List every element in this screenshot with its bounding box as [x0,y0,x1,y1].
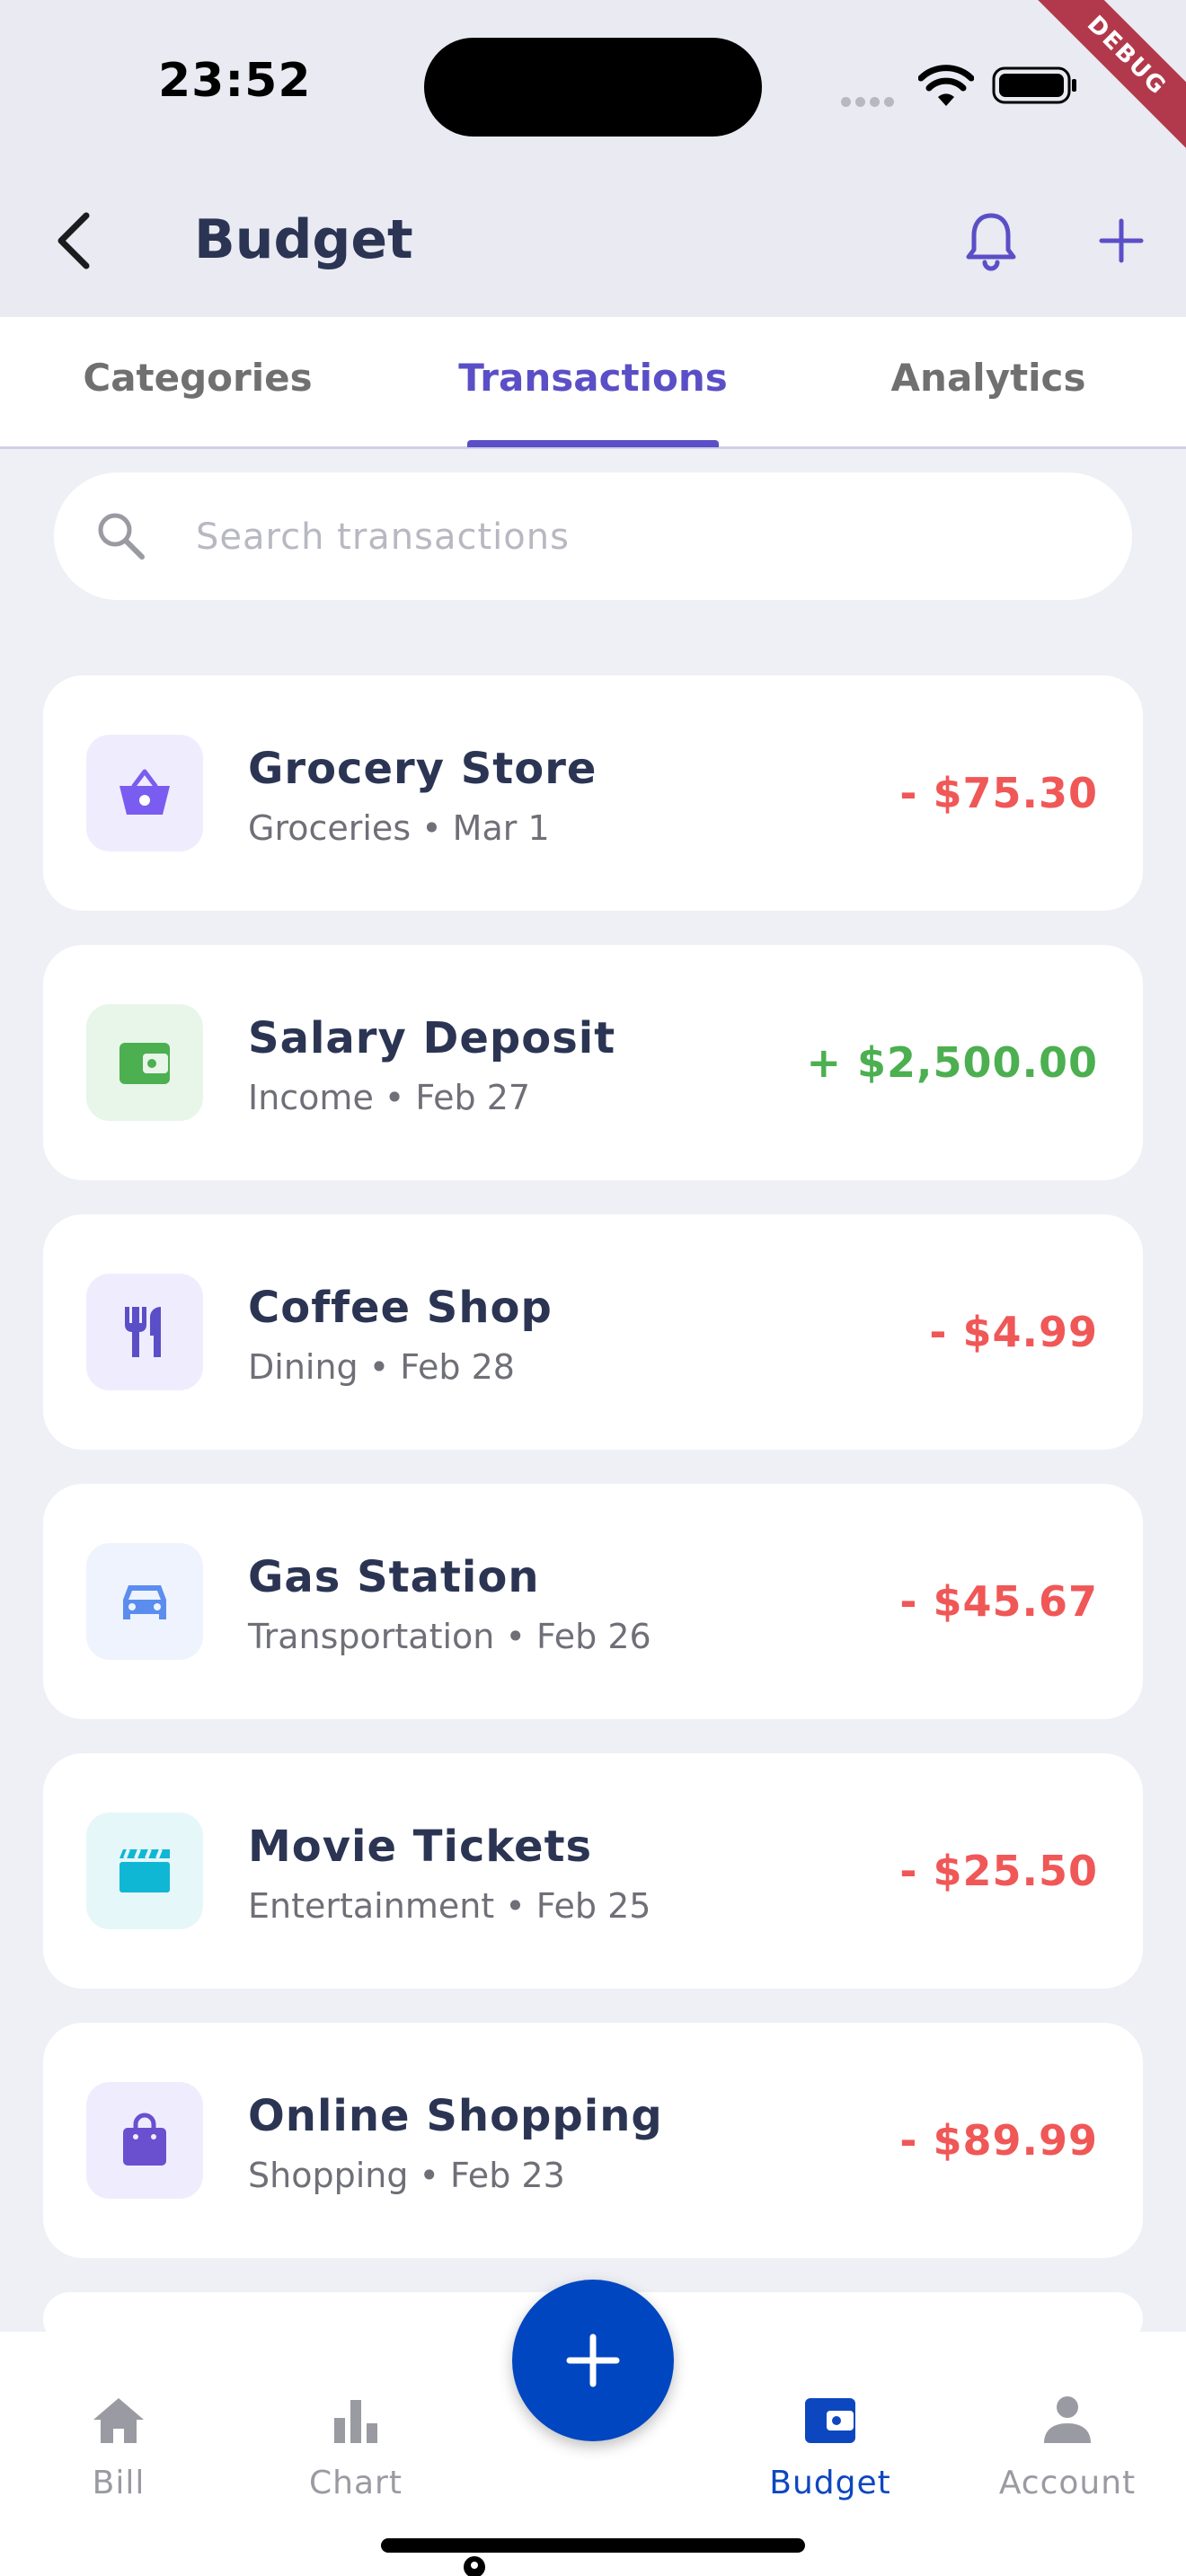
page-title: Budget [194,208,413,271]
category-icon-box [86,735,203,851]
utensils-icon [125,1307,161,1357]
home-indicator [381,2538,805,2553]
person-icon [1044,2396,1091,2443]
nav-label: Account [998,2465,1137,2501]
transaction-amount: + $2,500.00 [806,1038,1098,1087]
category-icon-box [86,1543,203,1660]
category-icon-box [86,2082,203,2199]
dynamic-island [424,38,762,137]
transaction-name: Gas Station [248,1552,540,1602]
wifi-icon [918,65,974,106]
transaction-subtitle: Transportation • Feb 26 [248,1617,651,1656]
clapperboard-icon [119,1848,170,1892]
tab-bar: Categories Transactions Analytics [0,317,1186,449]
transaction-amount: - $89.99 [899,2116,1098,2165]
transaction-amount: - $45.67 [899,1577,1098,1626]
transaction-card[interactable]: Gas Station Transportation • Feb 26 - $4… [43,1484,1143,1719]
wallet-icon [805,2398,855,2443]
category-icon-box [86,1274,203,1390]
status-time: 23:52 [158,54,312,108]
back-button[interactable] [47,205,101,277]
active-tab-indicator [467,440,719,447]
transaction-name: Online Shopping [248,2091,663,2141]
category-icon-box [86,1813,203,1929]
location-pin-icon [464,2556,485,2576]
wallet-icon [119,1043,170,1084]
add-button[interactable] [1096,214,1146,268]
basket-icon [119,769,170,815]
signal-icon [841,93,898,110]
transaction-subtitle: Dining • Feb 28 [248,1347,515,1387]
nav-label: Budget [769,2465,891,2501]
nav-item-chart[interactable]: Chart [248,2391,464,2517]
tab-analytics[interactable]: Analytics [827,317,1150,446]
search-bar [54,472,1132,600]
transaction-card[interactable]: Online Shopping Shopping • Feb 23 - $89.… [43,2023,1143,2258]
add-transaction-fab[interactable] [512,2280,674,2441]
search-icon [98,513,145,560]
tab-categories[interactable]: Categories [36,317,359,446]
transaction-subtitle: Groceries • Mar 1 [248,808,550,848]
tab-transactions[interactable]: Transactions [431,317,755,446]
transaction-name: Coffee Shop [248,1283,553,1333]
battery-icon [992,66,1076,104]
home-icon [93,2398,144,2443]
nav-item-bill[interactable]: Bill [11,2391,226,2517]
transaction-card[interactable]: Grocery Store Groceries • Mar 1 - $75.30 [43,675,1143,911]
transaction-amount: - $25.50 [899,1847,1098,1895]
nav-item-budget[interactable]: Budget [722,2391,938,2517]
app-header: 23:52 DEBUG Budget [0,0,1186,317]
transaction-card[interactable]: Coffee Shop Dining • Feb 28 - $4.99 [43,1214,1143,1450]
bell-icon [966,213,1016,271]
transaction-name: Salary Deposit [248,1013,616,1063]
nav-label: Chart [309,2465,403,2501]
bar-chart-icon [334,2400,377,2443]
search-input[interactable] [194,498,1096,577]
transaction-name: Grocery Store [248,744,597,794]
notifications-button[interactable] [961,208,1021,273]
nav-label: Bill [92,2465,146,2501]
transaction-card[interactable]: Movie Tickets Entertainment • Feb 25 - $… [43,1753,1143,1989]
plus-icon [566,2333,620,2387]
transaction-card[interactable]: Salary Deposit Income • Feb 27 + $2,500.… [43,945,1143,1180]
transaction-subtitle: Income • Feb 27 [248,1078,531,1117]
transaction-amount: - $75.30 [899,769,1098,817]
nav-item-account[interactable]: Account [960,2391,1175,2517]
transaction-amount: - $4.99 [929,1308,1098,1356]
transaction-subtitle: Entertainment • Feb 25 [248,1886,651,1926]
transaction-name: Movie Tickets [248,1822,593,1872]
category-icon-box [86,1004,203,1121]
car-icon [123,1585,166,1619]
shopping-bag-icon [123,2113,166,2166]
transaction-subtitle: Shopping • Feb 23 [248,2156,565,2195]
